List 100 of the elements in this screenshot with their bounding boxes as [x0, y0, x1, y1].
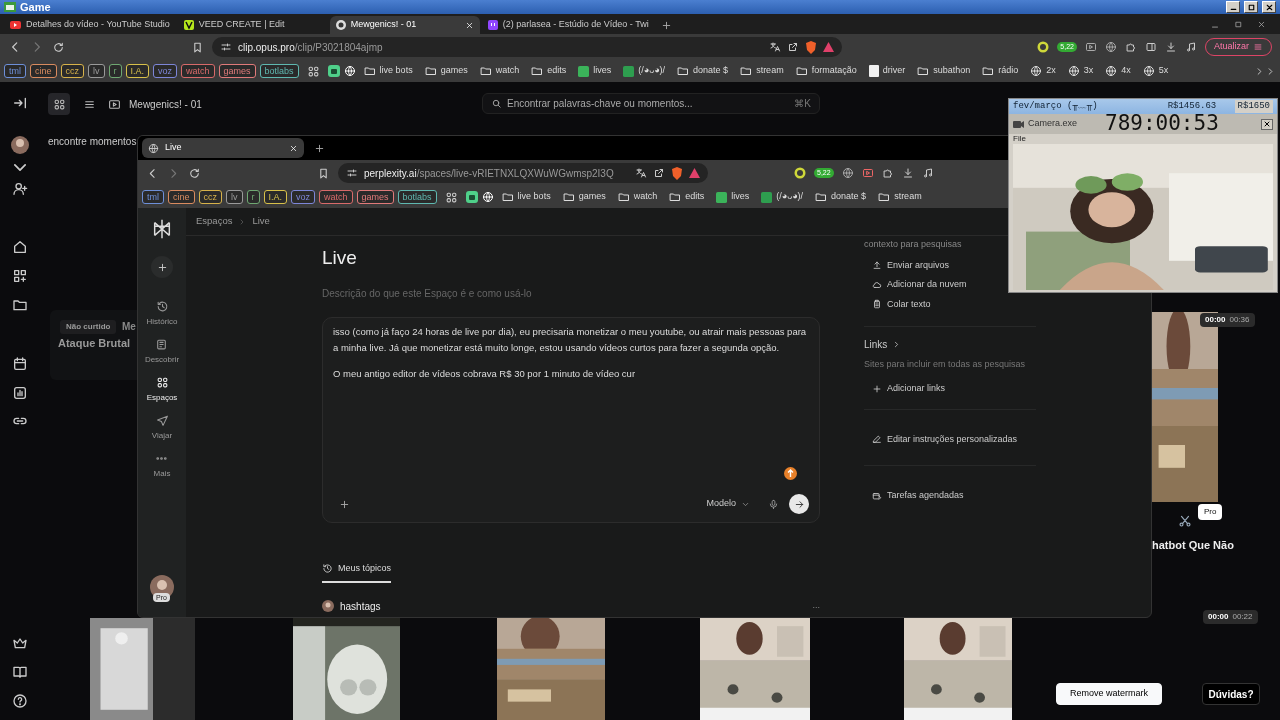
- bookmark-chip[interactable]: lv: [88, 64, 105, 78]
- bookmark-chip[interactable]: I.A.: [125, 64, 150, 78]
- clip-title: Ataque Brutal: [58, 336, 131, 351]
- goal-label: R$1650: [1234, 99, 1273, 114]
- submit-button[interactable]: [789, 494, 809, 514]
- folder-icon: [501, 191, 514, 203]
- breadcrumb-item[interactable]: Live: [252, 214, 270, 229]
- bookmark-chip[interactable]: watch: [181, 64, 215, 78]
- help-button[interactable]: Dúvidas?: [1202, 683, 1260, 705]
- address-bar[interactable]: perplexity.ai/spaces/live-vRIETNXLQXWuWGwmsp2I3Q: [338, 163, 708, 183]
- minimize-button[interactable]: [1226, 1, 1240, 13]
- bookmark-chip[interactable]: watch: [319, 190, 353, 204]
- bookmark-item[interactable]: lives: [574, 64, 616, 78]
- browser-tab[interactable]: Detalhes do vídeo - YouTube Studio: [4, 16, 176, 34]
- bookmark-item[interactable]: (/◕ᴗ◕)/: [757, 190, 808, 204]
- folder-icon: [677, 65, 690, 77]
- browser-tab[interactable]: VEED CREATE | Edit: [177, 16, 328, 34]
- bookmark-item[interactable]: formatação: [791, 64, 861, 78]
- status-tag: Não curtido: [60, 320, 117, 334]
- calendar-icon: [872, 490, 882, 501]
- bookmark-item[interactable]: edits: [527, 64, 571, 78]
- search-field[interactable]: Encontrar palavras-chave ou momentos... ⌘K: [482, 93, 820, 114]
- bookmark-chip[interactable]: r: [246, 190, 260, 204]
- section-link[interactable]: Links: [864, 337, 1036, 352]
- bookmark-item[interactable]: live bots: [359, 64, 417, 78]
- bookmark-item[interactable]: 3x: [1063, 64, 1098, 78]
- apps-icon: [12, 268, 28, 285]
- bookmark-item[interactable]: 2x: [1026, 64, 1060, 78]
- bookmark-item[interactable]: watch: [613, 190, 662, 204]
- bookmark-item[interactable]: donate $: [811, 190, 871, 204]
- bookmark-chip[interactable]: cine: [30, 64, 57, 78]
- shield-icon: [671, 166, 683, 180]
- remove-watermark-button[interactable]: Remove watermark: [1056, 683, 1162, 705]
- bookmark-chip[interactable]: botlabs: [259, 64, 299, 78]
- bookmark-item[interactable]: rádio: [978, 64, 1023, 78]
- thread-title[interactable]: hashtags: [340, 598, 381, 614]
- menu-button[interactable]: ...: [812, 599, 820, 613]
- bookmark-chip[interactable]: games: [356, 190, 394, 204]
- amount-label: R$1456.63: [1167, 99, 1217, 113]
- bookmark-item[interactable]: stream: [874, 190, 926, 204]
- bookmark-item[interactable]: donate $: [673, 64, 733, 78]
- bookmark-chip[interactable]: ccz: [60, 64, 84, 78]
- bookmark-item[interactable]: 4x: [1101, 64, 1135, 78]
- close-icon: [1264, 2, 1274, 12]
- media-icon: [1185, 41, 1197, 53]
- globe-icon: [1105, 65, 1118, 77]
- menu-item[interactable]: File: [1009, 134, 1277, 144]
- browser-tab[interactable]: Live: [142, 138, 304, 158]
- close-button[interactable]: [1261, 118, 1273, 130]
- action-link[interactable]: Tarefas agendadas: [864, 486, 1036, 506]
- folder-icon: [562, 191, 575, 203]
- bookmark-item[interactable]: 5x: [1138, 64, 1173, 78]
- bookmark-chip[interactable]: tml: [4, 64, 26, 78]
- bookmark-item[interactable]: (/◕ᴗ◕)/: [619, 64, 670, 78]
- bookmark-item[interactable]: games: [420, 64, 472, 78]
- document-icon: [155, 338, 169, 351]
- share-icon: [653, 167, 665, 179]
- nav-item[interactable]: Espaços: [146, 374, 178, 406]
- bookmark-item[interactable]: driver: [864, 64, 910, 78]
- nav-item[interactable]: Mais: [153, 450, 171, 482]
- bookmark-item[interactable]: watch: [475, 64, 524, 78]
- instructions-field[interactable]: isso (como já faço 24 horas de live por dia), eu precisaria monetizar o meu youtube, ou atrair mais pessoas para a minha live. Já que monetizar está muito longe, estou usando vídeos curtos para fazer a segunda opção. O meu antigo editor de vídeos cobrava R$ 30 por 1 minuto de vídeo cur Modelo: [322, 317, 820, 523]
- download-icon: [1165, 41, 1177, 53]
- bookmark-chip[interactable]: cine: [168, 190, 195, 204]
- bookmark-chip[interactable]: voz: [291, 190, 316, 204]
- action-link[interactable]: Adicionar links: [864, 379, 1036, 399]
- bookmark-chip[interactable]: botlabs: [397, 190, 437, 204]
- action-link[interactable]: Colar texto: [864, 294, 1036, 314]
- model-button[interactable]: Modelo: [698, 494, 758, 514]
- home-icon: [12, 239, 28, 256]
- bookmark-chip[interactable]: tml: [142, 190, 164, 204]
- avatar-icon[interactable]: [11, 136, 29, 154]
- bookmark-chip[interactable]: I.A.: [263, 190, 288, 204]
- bookmark-item[interactable]: stream: [736, 64, 788, 78]
- breadcrumb-item[interactable]: Espaços: [196, 214, 233, 229]
- maximize-button[interactable]: [1244, 1, 1258, 13]
- action-link[interactable]: Editar instruções personalizadas: [864, 429, 1036, 449]
- nav-item[interactable]: Viajar: [151, 412, 173, 444]
- address-bar[interactable]: clip.opus.pro/clip/P3021804ajmp: [212, 37, 842, 57]
- bookmark-chip[interactable]: lv: [226, 190, 243, 204]
- browser-tab[interactable]: (2) parlasea - Estúdio de Vídeo - Twi: [481, 16, 655, 34]
- bookmark-chip[interactable]: games: [218, 64, 256, 78]
- new-thread-button[interactable]: [151, 256, 173, 278]
- tab[interactable]: Meus tópicos: [322, 559, 392, 583]
- bookmark-item[interactable]: edits: [665, 190, 709, 204]
- bookmark-chip[interactable]: ccz: [198, 190, 222, 204]
- extensions-icon: [1125, 41, 1137, 53]
- bookmark-chip[interactable]: voz: [153, 64, 178, 78]
- grid-view-button[interactable]: [48, 93, 70, 115]
- nav-item[interactable]: Histórico: [146, 298, 178, 330]
- media-icon: [921, 167, 934, 179]
- bookmark-chip[interactable]: r: [108, 64, 122, 78]
- bookmark-item[interactable]: games: [558, 190, 610, 204]
- bookmark-item[interactable]: subathon: [913, 64, 975, 78]
- nav-item[interactable]: Descobrir: [144, 336, 180, 368]
- globe-icon: [343, 65, 356, 77]
- browser-tab[interactable]: Mewgenics! - 01: [329, 16, 480, 34]
- bookmark-item[interactable]: lives: [712, 190, 754, 204]
- bookmark-item[interactable]: live bots: [497, 190, 555, 204]
- bookmark-icon: [191, 40, 204, 54]
